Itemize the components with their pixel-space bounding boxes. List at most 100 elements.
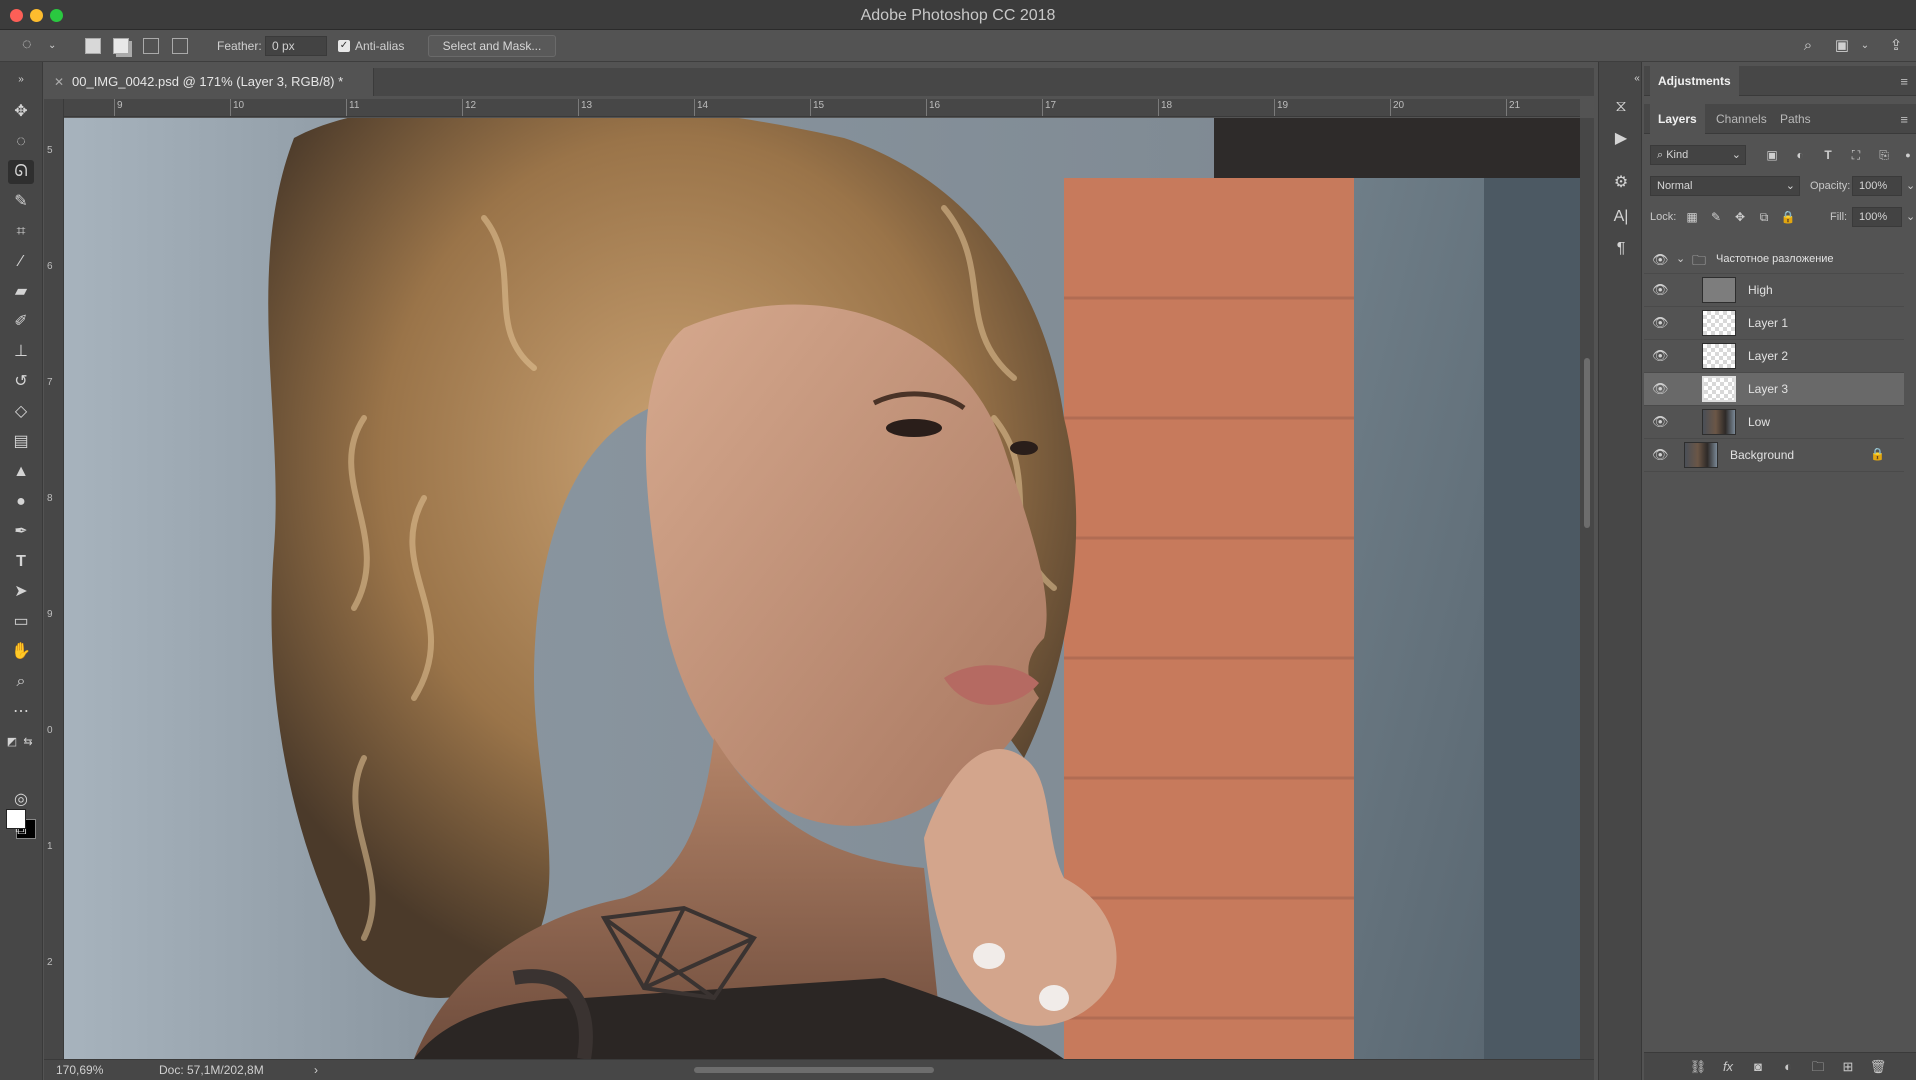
subtract-from-selection-button[interactable]: [143, 38, 159, 54]
chevron-down-icon[interactable]: ⌄: [1906, 179, 1915, 192]
pen-tool-icon[interactable]: ✒: [8, 520, 34, 544]
lasso-preset-icon[interactable]: ◌: [22, 36, 32, 54]
filter-pixel-icon[interactable]: ▣: [1762, 145, 1782, 165]
close-icon[interactable]: ✕: [54, 68, 64, 96]
layer-row-layer-1[interactable]: 👁 Layer 1: [1644, 307, 1904, 340]
zoom-tool-icon[interactable]: ⌕: [8, 670, 34, 694]
move-tool-icon[interactable]: ✥: [8, 100, 34, 124]
chevron-down-icon[interactable]: ⌄: [1676, 252, 1685, 265]
dodge-tool-icon[interactable]: ●: [8, 490, 34, 514]
type-tool-icon[interactable]: T: [8, 550, 34, 574]
filter-shape-icon[interactable]: ⛶: [1846, 145, 1866, 165]
foreground-color-swatch[interactable]: [6, 809, 26, 829]
document-tab[interactable]: ✕ 00_IMG_0042.psd @ 171% (Layer 3, RGB/8…: [44, 68, 374, 96]
swap-colors-icon[interactable]: ⇆: [20, 730, 36, 754]
workspace-icon[interactable]: ▣: [1832, 37, 1852, 55]
tab-layers[interactable]: Layers: [1650, 104, 1705, 134]
vertical-ruler[interactable]: 5 6 7 8 9 0 1 2: [44, 99, 64, 1059]
hand-tool-icon[interactable]: ✋: [8, 640, 34, 664]
new-group-icon[interactable]: 🗀: [1808, 1058, 1828, 1076]
layer-group-row[interactable]: 👁 ⌄ 🗀 Частотное разложение: [1644, 246, 1904, 274]
eye-icon[interactable]: 👁: [1652, 381, 1669, 397]
layer-row-layer-2[interactable]: 👁 Layer 2: [1644, 340, 1904, 373]
character-icon[interactable]: A|: [1609, 206, 1633, 228]
blend-mode-dropdown[interactable]: Normal ⌄: [1650, 176, 1800, 196]
layer-row-background[interactable]: 👁 Background 🔒: [1644, 439, 1904, 472]
healing-brush-tool-icon[interactable]: ▰: [8, 280, 34, 304]
fill-input[interactable]: 100%: [1852, 207, 1902, 227]
chevron-down-icon[interactable]: ⌄: [1906, 210, 1915, 223]
anti-alias-checkbox[interactable]: ✓: [338, 40, 350, 52]
filter-toggle-icon[interactable]: ●: [1898, 145, 1916, 165]
collapse-toolbar-icon[interactable]: »: [8, 68, 34, 92]
tab-channels[interactable]: Channels: [1708, 104, 1775, 134]
quick-select-tool-icon[interactable]: ✎: [8, 190, 34, 214]
path-selection-tool-icon[interactable]: ➤: [8, 580, 34, 604]
lock-position-icon[interactable]: ✥: [1730, 207, 1750, 227]
horizontal-scrollbar-thumb[interactable]: [694, 1067, 934, 1073]
status-menu-arrow[interactable]: ›: [314, 1060, 318, 1080]
marquee-tool-icon[interactable]: ◌: [8, 130, 34, 154]
eyedropper-tool-icon[interactable]: ⁄: [8, 250, 34, 274]
history-brush-tool-icon[interactable]: ↺: [8, 370, 34, 394]
new-layer-icon[interactable]: ⊞: [1838, 1058, 1858, 1076]
panel-menu-icon[interactable]: ≡: [1900, 74, 1908, 89]
filter-kind-dropdown[interactable]: ⌕ Kind ⌄: [1650, 145, 1746, 165]
eye-icon[interactable]: 👁: [1652, 252, 1669, 268]
share-icon[interactable]: ⇪: [1886, 37, 1906, 55]
chevron-down-icon[interactable]: ⌄: [1855, 37, 1875, 55]
lock-all-icon[interactable]: 🔒: [1778, 207, 1798, 227]
ruler-label: 8: [47, 493, 53, 504]
fx-icon[interactable]: fx: [1718, 1058, 1738, 1076]
horizontal-ruler[interactable]: 9 10 11 12 13 14 15 16 17 18 19 20 21: [64, 99, 1580, 117]
search-icon[interactable]: ⌕: [1798, 37, 1818, 55]
panel-menu-icon[interactable]: ≡: [1900, 112, 1908, 127]
paragraph-icon[interactable]: ¶: [1609, 238, 1633, 260]
eye-icon[interactable]: 👁: [1652, 447, 1669, 463]
chevron-down-icon[interactable]: ⌄: [48, 37, 56, 55]
select-and-mask-button[interactable]: Select and Mask...: [428, 35, 556, 57]
layer-row-layer-3[interactable]: 👁 Layer 3: [1644, 373, 1904, 406]
new-selection-button[interactable]: [85, 38, 101, 54]
eraser-tool-icon[interactable]: ◇: [8, 400, 34, 424]
vertical-scrollbar[interactable]: [1580, 118, 1594, 1059]
document-canvas[interactable]: [64, 118, 1580, 1059]
more-tools-icon[interactable]: ⋯: [8, 700, 34, 724]
eye-icon[interactable]: 👁: [1652, 282, 1669, 298]
lock-image-icon[interactable]: ✎: [1706, 207, 1726, 227]
feather-input[interactable]: 0 px: [265, 36, 327, 56]
lasso-tool-icon[interactable]: ᘏ: [8, 160, 34, 184]
add-to-selection-button[interactable]: [113, 38, 129, 54]
properties-icon[interactable]: ⚙: [1609, 172, 1633, 194]
brush-tool-icon[interactable]: ✐: [8, 310, 34, 334]
blur-tool-icon[interactable]: ▲: [8, 460, 34, 484]
eye-icon[interactable]: 👁: [1652, 414, 1669, 430]
delete-layer-icon[interactable]: 🗑: [1868, 1058, 1888, 1076]
layer-row-low[interactable]: 👁 Low: [1644, 406, 1904, 439]
actions-play-icon[interactable]: ▶: [1609, 128, 1633, 150]
gradient-tool-icon[interactable]: ▤: [8, 430, 34, 454]
lock-transparent-icon[interactable]: ▦: [1682, 207, 1702, 227]
filter-adjustment-icon[interactable]: ◐: [1790, 145, 1810, 165]
history-icon[interactable]: ⧖: [1609, 96, 1633, 118]
lock-artboard-icon[interactable]: ⧉: [1754, 207, 1774, 227]
crop-tool-icon[interactable]: ⌗: [8, 220, 34, 244]
link-layers-icon[interactable]: ⛓: [1688, 1058, 1708, 1076]
tab-paths[interactable]: Paths: [1772, 104, 1819, 134]
vertical-scrollbar-thumb[interactable]: [1584, 358, 1590, 528]
opacity-input[interactable]: 100%: [1852, 176, 1902, 196]
ruler-label: 19: [1277, 100, 1289, 111]
clone-stamp-tool-icon[interactable]: ⊥: [8, 340, 34, 364]
eye-icon[interactable]: 👁: [1652, 348, 1669, 364]
layer-row-high[interactable]: 👁 High: [1644, 274, 1904, 307]
tab-adjustments[interactable]: Adjustments: [1650, 66, 1739, 96]
add-mask-icon[interactable]: ◙: [1748, 1058, 1768, 1076]
intersect-selection-button[interactable]: [172, 38, 188, 54]
rectangle-tool-icon[interactable]: ▭: [8, 610, 34, 634]
adjustment-layer-icon[interactable]: ◐: [1778, 1058, 1798, 1076]
eye-icon[interactable]: 👁: [1652, 315, 1669, 331]
default-colors-icon[interactable]: ◩: [4, 730, 20, 754]
filter-type-icon[interactable]: T: [1818, 145, 1838, 165]
filter-smart-object-icon[interactable]: ⎘: [1874, 145, 1894, 165]
zoom-level[interactable]: 170,69%: [56, 1060, 103, 1080]
